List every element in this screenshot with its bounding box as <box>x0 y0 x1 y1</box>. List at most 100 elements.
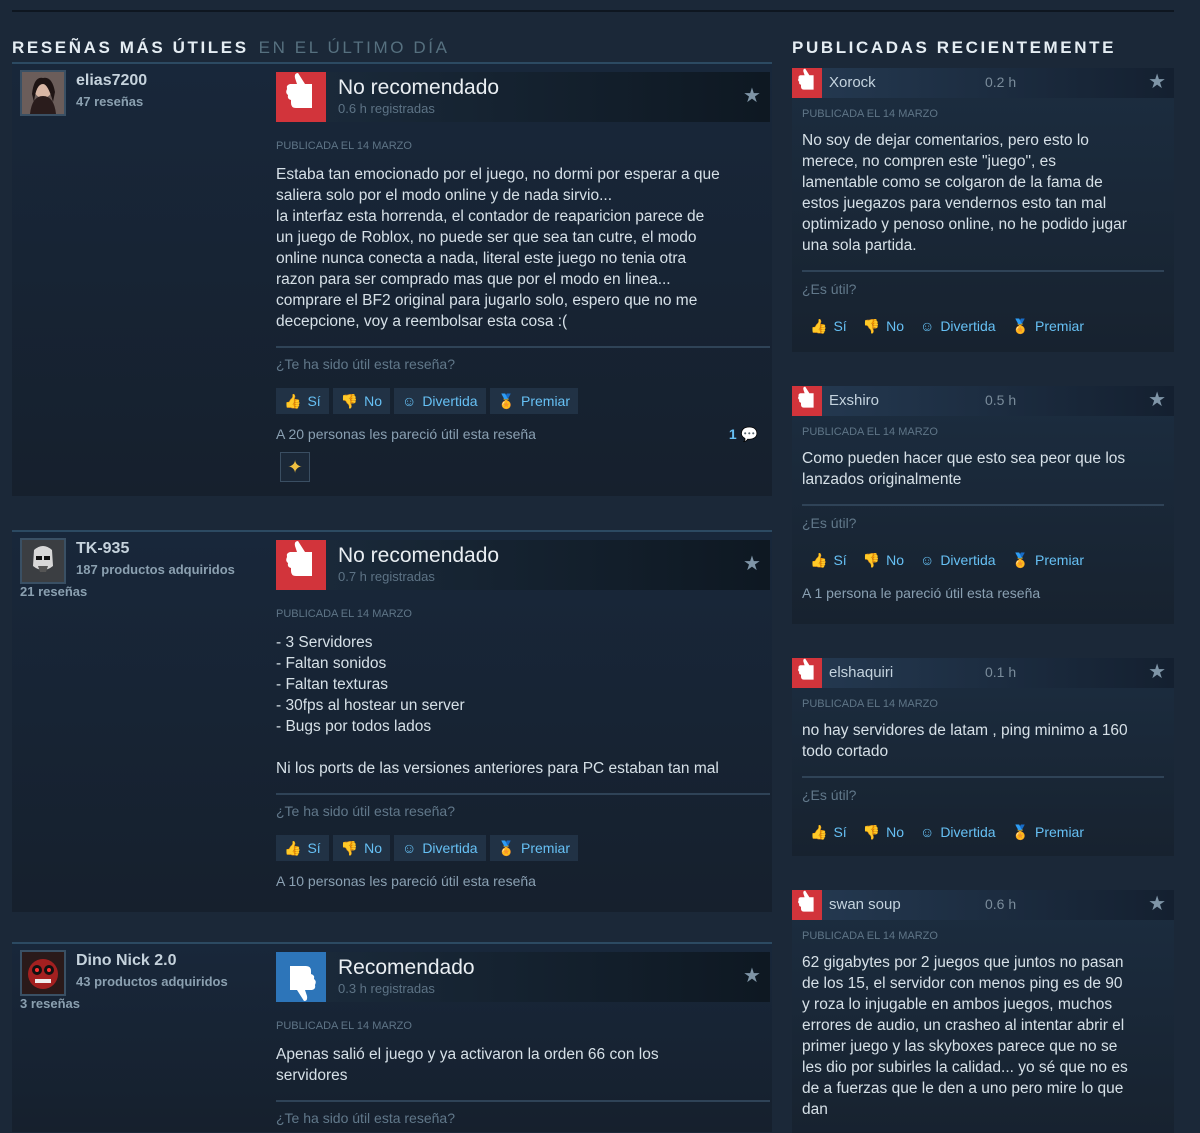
review-card: elias7200 47 reseñas No recomendado 0.6 … <box>12 62 772 496</box>
recent-review-header: Exshiro 0.5 h ★ <box>792 386 1174 416</box>
vote-buttons: 👍 Sí 👎 No ☺ Divertida 🏅 Premiar <box>802 821 1164 843</box>
avatar[interactable] <box>20 70 66 116</box>
review-text-line: No soy de dejar comentarios, pero esto l… <box>802 132 1089 149</box>
funny-button[interactable]: ☺ Divertida <box>916 821 1000 843</box>
star-icon[interactable]: ★ <box>1148 72 1166 92</box>
author-name[interactable]: Xorock <box>829 74 876 91</box>
thumbs-down-icon <box>792 890 822 920</box>
review-text-line: comprare el BF2 original para jugarlo so… <box>276 292 698 309</box>
funny-button[interactable]: ☺ Divertida <box>916 549 1000 571</box>
author-review-count[interactable]: 21 reseñas <box>20 584 87 599</box>
review-text-line: y roza lo injugable en ambos juegos, muc… <box>802 996 1113 1013</box>
review-text-blank <box>276 737 770 758</box>
thumbs-down-icon <box>792 658 822 688</box>
star-icon[interactable]: ★ <box>742 554 762 574</box>
review-text: Como pueden hacer que esto sea peor que … <box>802 448 1164 490</box>
author-name[interactable]: elias7200 <box>76 72 147 90</box>
divider <box>276 346 770 348</box>
review-text-line: saliera solo por el modo online y de nad… <box>276 187 613 204</box>
review-text-line: - Faltan texturas <box>276 676 388 693</box>
author-name[interactable]: Dino Nick 2.0 <box>76 952 176 970</box>
author-review-count[interactable]: 3 reseñas <box>20 996 80 1011</box>
thumbs-down-icon: 👎 <box>862 551 881 568</box>
review-text: 62 gigabytes por 2 juegos que juntos no … <box>802 952 1164 1120</box>
review-text-line: - 30fps al hostear un server <box>276 697 465 714</box>
vote-header: No recomendado 0.7 h registradas ★ <box>276 540 770 590</box>
star-icon[interactable]: ★ <box>742 86 762 106</box>
author-name[interactable]: Exshiro <box>829 392 879 409</box>
yes-button[interactable]: 👍 Sí <box>276 835 329 861</box>
no-button[interactable]: 👎 No <box>859 315 908 337</box>
author-products[interactable]: 187 productos adquiridos <box>76 562 235 577</box>
review-text: Estaba tan emocionado por el juego, no d… <box>276 164 770 332</box>
review-text-line: Ni los ports de las versiones anteriores… <box>276 760 719 777</box>
funny-button[interactable]: ☺ Divertida <box>394 388 486 414</box>
no-button[interactable]: 👎 No <box>859 549 908 571</box>
star-icon[interactable]: ★ <box>1148 662 1166 682</box>
yes-button[interactable]: 👍 Sí <box>276 388 329 414</box>
review-body: No recomendado 0.7 h registradas ★ PUBLI… <box>276 540 770 889</box>
posted-date: PUBLICADA EL 14 MARZO <box>276 608 412 620</box>
smiley-icon: ☺ <box>920 824 935 840</box>
funny-button[interactable]: ☺ Divertida <box>394 835 486 861</box>
avatar[interactable] <box>20 538 66 584</box>
award-button[interactable]: 🏅 Premiar <box>489 835 579 861</box>
hours-played: 0.7 h registradas <box>338 569 435 584</box>
hours-played: 0.6 h <box>985 896 1017 912</box>
most-helpful-reviews: RESEÑAS MÁS ÚTILES EN EL ÚLTIMO DÍA elias… <box>12 34 772 1132</box>
thumbs-down-icon: 👎 <box>340 393 359 409</box>
review-text-line: la interfaz esta horrenda, el contador d… <box>276 208 705 225</box>
received-award-icon[interactable]: ✦ <box>280 452 310 482</box>
review-text-line: de los 15, el servidor con menos ping es… <box>802 975 1123 992</box>
no-button[interactable]: 👎 No <box>332 388 391 414</box>
award-button[interactable]: 🏅 Premiar <box>1008 549 1088 571</box>
yes-button[interactable]: 👍 Sí <box>806 549 851 571</box>
thumbs-up-icon: 👍 <box>810 317 828 334</box>
author-name[interactable]: elshaquiri <box>829 664 893 681</box>
vote-buttons: 👍 Sí 👎 No ☺ Divertida 🏅 Premiar <box>276 388 770 414</box>
comment-count-link[interactable]: 1 💬 <box>729 426 758 443</box>
yes-button[interactable]: 👍 Sí <box>806 315 851 337</box>
recent-review-card: elshaquiri 0.1 h ★ PUBLICADA EL 14 MARZO… <box>792 658 1174 856</box>
smiley-icon: ☺ <box>920 318 935 334</box>
section-title: RESEÑAS MÁS ÚTILES <box>12 38 249 57</box>
thumbs-down-icon <box>792 386 822 416</box>
star-icon[interactable]: ★ <box>742 966 762 986</box>
posted-date: PUBLICADA EL 14 MARZO <box>802 108 938 120</box>
award-button[interactable]: 🏅 Premiar <box>1008 315 1088 337</box>
award-button[interactable]: 🏅 Premiar <box>489 388 579 414</box>
review-text-line: no hay servidores de latam , ping minimo… <box>802 722 1128 739</box>
review-text-line: estos juegazos para vendernos esto tan m… <box>802 195 1107 212</box>
helpful-count: A 10 personas les pareció útil esta rese… <box>276 873 536 889</box>
no-button[interactable]: 👎 No <box>859 821 908 843</box>
divider <box>802 270 1164 272</box>
recent-review-card: Exshiro 0.5 h ★ PUBLICADA EL 14 MARZO Co… <box>792 386 1174 624</box>
author-name[interactable]: TK-935 <box>76 540 129 558</box>
review-verdict: No recomendado <box>338 544 500 567</box>
no-button[interactable]: 👎 No <box>332 835 391 861</box>
thumbs-up-icon: 👍 <box>284 393 302 409</box>
recent-reviews: PUBLICADAS RECIENTEMENTE Xorock 0.2 h ★ … <box>792 34 1174 1133</box>
star-icon[interactable]: ★ <box>1148 390 1166 410</box>
hours-played: 0.6 h registradas <box>338 101 435 116</box>
review-text-line: un juego de Roblox, no puede ser que sea… <box>276 229 697 246</box>
helpful-question: ¿Te ha sido útil esta reseña? <box>276 1110 455 1126</box>
author-review-count[interactable]: 47 reseñas <box>76 94 143 109</box>
yes-button[interactable]: 👍 Sí <box>806 821 851 843</box>
review-card: TK-935 187 productos adquiridos 21 reseñ… <box>12 530 772 912</box>
review-text: Apenas salió el juego y ya activaron la … <box>276 1044 770 1086</box>
divider <box>802 504 1164 506</box>
thumbs-down-icon: 👎 <box>340 840 359 856</box>
author-name[interactable]: swan soup <box>829 896 901 913</box>
hours-played: 0.2 h <box>985 74 1017 90</box>
star-icon[interactable]: ★ <box>1148 894 1166 914</box>
smiley-icon: ☺ <box>920 552 935 568</box>
review-text-line: - Faltan sonidos <box>276 655 387 672</box>
avatar[interactable] <box>20 950 66 996</box>
thumbs-down-icon <box>792 68 822 98</box>
author-products[interactable]: 43 productos adquiridos <box>76 974 228 989</box>
review-text-line: - 3 Servidores <box>276 634 373 651</box>
review-text: - 3 Servidores - Faltan sonidos - Faltan… <box>276 632 770 779</box>
funny-button[interactable]: ☺ Divertida <box>916 315 1000 337</box>
award-button[interactable]: 🏅 Premiar <box>1008 821 1088 843</box>
